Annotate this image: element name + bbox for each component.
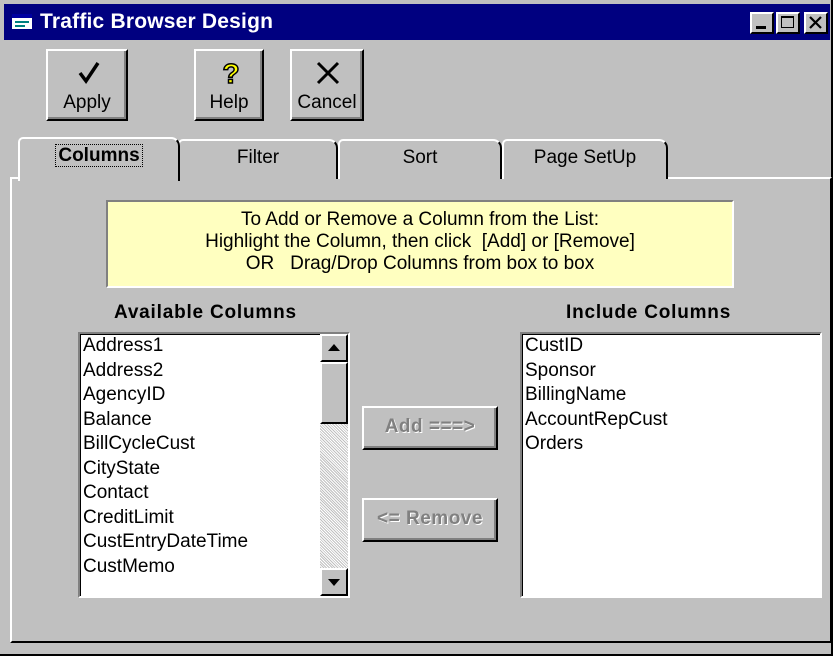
close-button[interactable] [804,12,828,34]
add-button[interactable]: Add ===> [362,406,498,450]
tab-filter[interactable]: Filter [178,139,338,179]
apply-label: Apply [63,92,111,113]
list-item[interactable]: Orders [522,432,820,457]
list-item[interactable]: CustEntryDateTime [80,530,348,555]
help-label: Help [209,92,249,113]
tab-columns[interactable]: Columns [18,137,180,181]
cancel-x-icon [316,61,340,85]
available-columns-header: Available Columns [114,302,297,323]
list-item[interactable]: CustMemo [80,555,348,580]
include-columns-list[interactable]: CustID Sponsor BillingName AccountRepCus… [520,332,822,598]
list-item[interactable]: BillingName [522,383,820,408]
app-icon [12,14,32,29]
instructions-line-2: Highlight the Column, then click [Add] o… [205,231,635,252]
list-item[interactable]: CreditLimit [80,506,348,531]
cancel-label: Cancel [297,92,357,113]
vertical-scrollbar[interactable] [320,334,348,596]
tab-sort-label: Sort [402,147,438,168]
instructions-box: To Add or Remove a Column from the List:… [106,200,734,288]
maximize-icon [781,16,794,28]
window-title: Traffic Browser Design [40,10,274,33]
close-icon [809,16,822,29]
available-columns-list[interactable]: Address1 Address2 AgencyID Balance BillC… [78,332,350,598]
arrow-down-icon [328,579,340,586]
list-item[interactable]: Address2 [80,359,348,384]
include-columns-header: Include Columns [566,302,732,323]
help-icon: ? [222,57,241,89]
title-bar[interactable]: Traffic Browser Design [4,4,830,40]
scroll-down-button[interactable] [320,568,348,596]
list-item[interactable]: CustID [522,334,820,359]
apply-button[interactable]: Apply [46,49,128,121]
instructions-line-1: To Add or Remove a Column from the List: [241,209,599,230]
cancel-button[interactable]: Cancel [290,49,364,121]
tab-page-setup[interactable]: Page SetUp [502,139,668,179]
available-items: Address1 Address2 AgencyID Balance BillC… [80,334,348,579]
list-item[interactable]: AgencyID [80,383,348,408]
tab-filter-label: Filter [236,147,280,168]
list-item[interactable]: Balance [80,408,348,433]
minimize-icon [756,26,766,29]
scroll-thumb[interactable] [320,362,348,424]
tab-page-setup-label: Page SetUp [533,147,637,168]
checkmark-icon [78,62,100,85]
list-item[interactable]: AccountRepCust [522,408,820,433]
list-item[interactable]: BillCycleCust [80,432,348,457]
list-item[interactable]: Contact [80,481,348,506]
maximize-button[interactable] [776,12,800,34]
tab-sort[interactable]: Sort [338,139,502,179]
list-item[interactable]: Sponsor [522,359,820,384]
remove-button[interactable]: <= Remove [362,498,498,542]
list-item[interactable]: CityState [80,457,348,482]
arrow-up-icon [328,344,340,351]
main-window: Traffic Browser Design Apply ? Help Canc… [0,0,833,656]
instructions-line-3: OR Drag/Drop Columns from box to box [245,253,595,274]
help-button[interactable]: ? Help [194,49,264,121]
tab-columns-label: Columns [55,144,143,167]
minimize-button[interactable] [750,12,774,34]
list-item[interactable]: Address1 [80,334,348,359]
svg-text:?: ? [222,58,239,89]
scroll-up-button[interactable] [320,334,348,362]
